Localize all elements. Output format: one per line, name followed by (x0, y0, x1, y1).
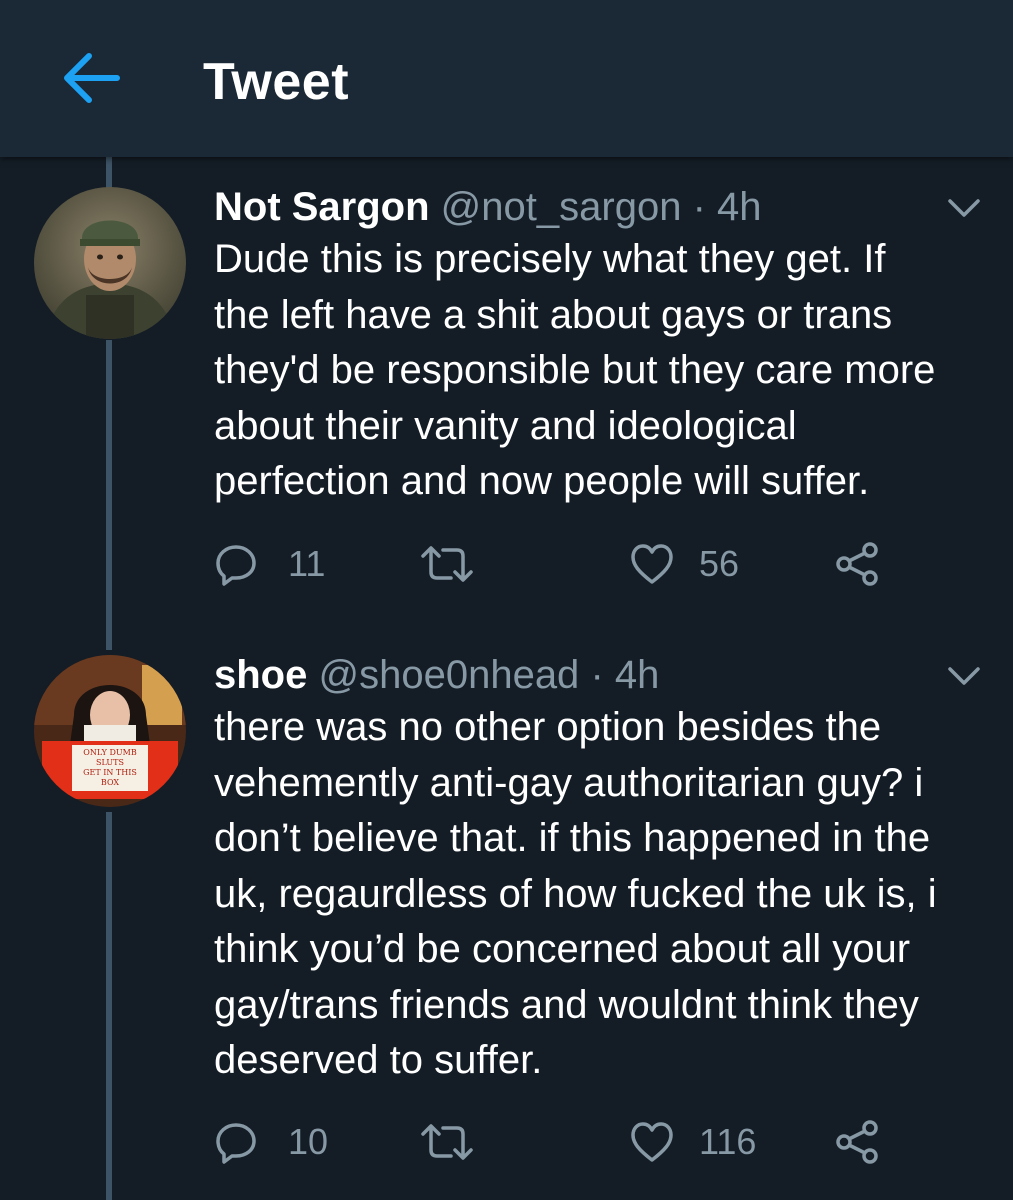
tweet-header: Not Sargon @not_sargon · 4h (214, 182, 762, 232)
separator-dot: · (692, 185, 706, 229)
user-handle[interactable]: @shoe0nhead (318, 653, 579, 697)
tweet-text-line: the left have a shit about gays or trans (214, 292, 893, 337)
app-header: Tweet (0, 0, 1013, 157)
retweet-button[interactable] (419, 1117, 505, 1167)
tweet-actions: 10 116 (214, 1117, 994, 1167)
arrow-left-icon (59, 52, 121, 109)
like-count: 56 (699, 543, 740, 584)
tweet-text-line: there was no other option besides the (214, 705, 882, 749)
display-name[interactable]: Not Sargon (214, 185, 430, 229)
reply-button[interactable]: 10 (214, 1117, 328, 1167)
retweet-icon (419, 1120, 475, 1164)
like-button[interactable]: 56 (629, 539, 739, 589)
reply-button[interactable]: 11 (214, 539, 325, 589)
svg-text:BOX: BOX (101, 778, 119, 787)
retweet-button[interactable] (419, 539, 505, 589)
reply-icon (214, 542, 258, 586)
svg-text:GET IN THIS: GET IN THIS (83, 768, 137, 777)
chevron-down-icon (946, 196, 982, 225)
back-button[interactable] (50, 45, 130, 115)
svg-text:SLUTS: SLUTS (96, 758, 124, 767)
share-button[interactable] (834, 1117, 882, 1167)
tweet-text-line: don’t believe that. if this happened in … (214, 816, 931, 860)
reply-count: 11 (288, 543, 326, 584)
tweet-text-line: uk, regaurdless of how fucked the uk is,… (214, 871, 937, 916)
tweet-text-line: vehemently anti-gay authoritarian guy? i (214, 760, 924, 805)
separator-dot: · (590, 653, 604, 697)
tweet-text-line: think you’d be concerned about all your (214, 927, 911, 971)
display-name[interactable]: shoe (214, 653, 307, 697)
share-button[interactable] (834, 539, 882, 589)
share-icon (834, 1118, 882, 1166)
reply-icon (214, 1120, 258, 1164)
tweet-actions: 11 56 (214, 539, 994, 589)
user-handle[interactable]: @not_sargon (441, 185, 682, 229)
share-icon (834, 540, 882, 588)
tweet-header: shoe @shoe0nhead · 4h (214, 650, 659, 700)
heart-icon (629, 1120, 675, 1164)
tweet-text: there was no other option besides the ve… (214, 700, 989, 1089)
avatar[interactable]: ONLY DUMB SLUTS GET IN THIS BOX (34, 655, 186, 807)
tweet-shoe[interactable]: ONLY DUMB SLUTS GET IN THIS BOX shoe @sh… (0, 650, 1013, 1190)
tweet-menu-button[interactable] (940, 658, 988, 698)
avatar[interactable] (34, 187, 186, 339)
retweet-icon (419, 542, 475, 586)
svg-text:ONLY DUMB: ONLY DUMB (83, 748, 137, 757)
tweet-text-line: perfection and now people will suffer. (214, 459, 870, 503)
page-title: Tweet (203, 53, 350, 111)
timestamp: 4h (717, 185, 762, 229)
tweet-menu-button[interactable] (940, 190, 988, 230)
tweet-not-sargon[interactable]: Not Sargon @not_sargon · 4h Dude this is… (0, 182, 1013, 602)
like-button[interactable]: 116 (629, 1117, 756, 1167)
heart-icon (629, 542, 675, 586)
tweet-text-line: about their vanity and ideological (214, 403, 797, 448)
tweet-text-line: Dude this is precisely what they get. If (214, 237, 886, 281)
timestamp: 4h (614, 653, 660, 697)
reply-count: 10 (288, 1121, 329, 1162)
tweet-text-line: deserved to suffer. (214, 1038, 543, 1082)
tweet-text-line: they'd be responsible but they care more (214, 348, 936, 392)
chevron-down-icon (946, 664, 982, 693)
tweet-text-line: gay/trans friends and wouldnt think they (214, 982, 919, 1027)
like-count: 116 (699, 1121, 757, 1162)
tweet-text: Dude this is precisely what they get. If… (214, 232, 989, 510)
